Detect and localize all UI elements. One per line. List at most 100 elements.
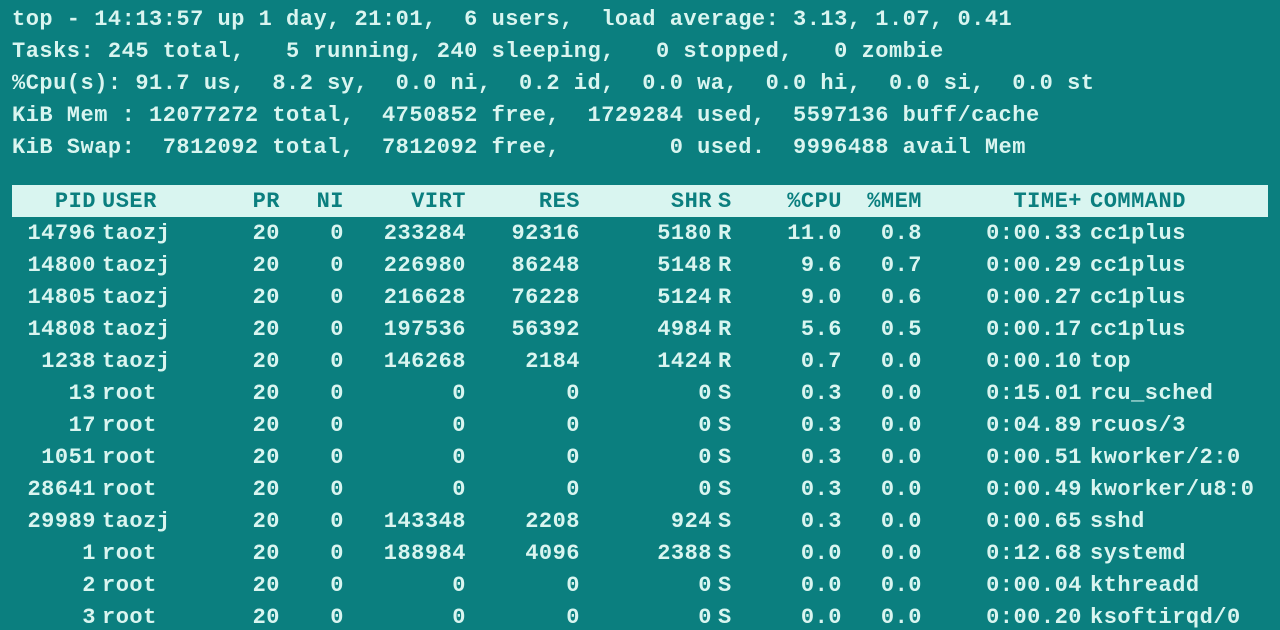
cell-ni: 0: [280, 313, 344, 345]
table-header-row[interactable]: PID USER PR NI VIRT RES SHR S %CPU %MEM …: [12, 185, 1268, 217]
cell-cmd: rcu_sched: [1082, 377, 1268, 409]
col-ni[interactable]: NI: [280, 185, 344, 217]
cell-cpu: 0.7: [752, 345, 842, 377]
table-row[interactable]: 29989taozj2001433482208924S0.30.00:00.65…: [12, 505, 1268, 537]
table-row[interactable]: 14805taozj200216628762285124R9.00.60:00.…: [12, 281, 1268, 313]
cell-mem: 0.6: [842, 281, 922, 313]
table-row[interactable]: 17root200000S0.30.00:04.89rcuos/3: [12, 409, 1268, 441]
cell-shr: 0: [580, 569, 712, 601]
cell-pr: 20: [206, 217, 280, 249]
table-row[interactable]: 2root200000S0.00.00:00.04kthreadd: [12, 569, 1268, 601]
cell-ni: 0: [280, 409, 344, 441]
cell-time: 0:00.65: [922, 505, 1082, 537]
cell-pid: 14800: [12, 249, 96, 281]
cell-s: R: [712, 249, 752, 281]
cell-ni: 0: [280, 249, 344, 281]
col-pid[interactable]: PID: [12, 185, 96, 217]
table-row[interactable]: 1051root200000S0.30.00:00.51kworker/2:0: [12, 441, 1268, 473]
terminal-screen: top - 14:13:57 up 1 day, 21:01, 6 users,…: [0, 0, 1280, 630]
cell-pr: 20: [206, 249, 280, 281]
cell-virt: 0: [344, 441, 466, 473]
cell-s: S: [712, 377, 752, 409]
col-cpu[interactable]: %CPU: [752, 185, 842, 217]
cell-shr: 0: [580, 601, 712, 630]
cell-s: S: [712, 537, 752, 569]
cell-shr: 0: [580, 473, 712, 505]
cell-virt: 233284: [344, 217, 466, 249]
table-row[interactable]: 3root200000S0.00.00:00.20ksoftirqd/0: [12, 601, 1268, 630]
cell-res: 0: [466, 601, 580, 630]
cell-cmd: top: [1082, 345, 1268, 377]
table-row[interactable]: 14796taozj200233284923165180R11.00.80:00…: [12, 217, 1268, 249]
table-row[interactable]: 13root200000S0.30.00:15.01rcu_sched: [12, 377, 1268, 409]
col-pr[interactable]: PR: [206, 185, 280, 217]
cell-pid: 28641: [12, 473, 96, 505]
cell-s: R: [712, 345, 752, 377]
cell-time: 0:00.51: [922, 441, 1082, 473]
table-row[interactable]: 14808taozj200197536563924984R5.60.50:00.…: [12, 313, 1268, 345]
cell-cmd: cc1plus: [1082, 313, 1268, 345]
cell-shr: 0: [580, 377, 712, 409]
col-s[interactable]: S: [712, 185, 752, 217]
cell-pid: 14808: [12, 313, 96, 345]
col-user[interactable]: USER: [96, 185, 206, 217]
cell-res: 0: [466, 569, 580, 601]
col-cmd[interactable]: COMMAND: [1082, 185, 1268, 217]
cell-s: S: [712, 409, 752, 441]
col-time[interactable]: TIME+: [922, 185, 1082, 217]
cell-res: 2184: [466, 345, 580, 377]
cell-ni: 0: [280, 345, 344, 377]
table-row[interactable]: 28641root200000S0.30.00:00.49kworker/u8:…: [12, 473, 1268, 505]
cell-cmd: cc1plus: [1082, 281, 1268, 313]
cell-pid: 13: [12, 377, 96, 409]
cell-shr: 1424: [580, 345, 712, 377]
cell-user: root: [96, 409, 206, 441]
cell-cmd: kworker/2:0: [1082, 441, 1268, 473]
cell-cmd: sshd: [1082, 505, 1268, 537]
cell-pid: 1238: [12, 345, 96, 377]
blank-line: [12, 163, 1268, 185]
cell-time: 0:00.10: [922, 345, 1082, 377]
cell-user: taozj: [96, 313, 206, 345]
cell-pr: 20: [206, 601, 280, 630]
cell-mem: 0.0: [842, 377, 922, 409]
table-row[interactable]: 1238taozj20014626821841424R0.70.00:00.10…: [12, 345, 1268, 377]
cell-shr: 5148: [580, 249, 712, 281]
cell-cmd: rcuos/3: [1082, 409, 1268, 441]
cell-ni: 0: [280, 377, 344, 409]
cell-mem: 0.0: [842, 473, 922, 505]
cell-cpu: 0.3: [752, 473, 842, 505]
col-virt[interactable]: VIRT: [344, 185, 466, 217]
cell-user: root: [96, 473, 206, 505]
col-res[interactable]: RES: [466, 185, 580, 217]
cell-ni: 0: [280, 537, 344, 569]
col-shr[interactable]: SHR: [580, 185, 712, 217]
cell-ni: 0: [280, 473, 344, 505]
cell-pr: 20: [206, 313, 280, 345]
cell-pr: 20: [206, 441, 280, 473]
cell-pid: 1051: [12, 441, 96, 473]
col-mem[interactable]: %MEM: [842, 185, 922, 217]
cell-res: 0: [466, 377, 580, 409]
top-summary-line3: %Cpu(s): 91.7 us, 8.2 sy, 0.0 ni, 0.2 id…: [12, 68, 1268, 100]
cell-time: 0:00.29: [922, 249, 1082, 281]
table-row[interactable]: 14800taozj200226980862485148R9.60.70:00.…: [12, 249, 1268, 281]
cell-cpu: 11.0: [752, 217, 842, 249]
cell-user: taozj: [96, 505, 206, 537]
cell-shr: 924: [580, 505, 712, 537]
table-row[interactable]: 1root20018898440962388S0.00.00:12.68syst…: [12, 537, 1268, 569]
cell-res: 4096: [466, 537, 580, 569]
cell-cmd: cc1plus: [1082, 249, 1268, 281]
cell-mem: 0.8: [842, 217, 922, 249]
cell-res: 92316: [466, 217, 580, 249]
cell-pid: 1: [12, 537, 96, 569]
cell-shr: 2388: [580, 537, 712, 569]
cell-pid: 29989: [12, 505, 96, 537]
cell-res: 86248: [466, 249, 580, 281]
cell-mem: 0.0: [842, 505, 922, 537]
cell-user: taozj: [96, 345, 206, 377]
cell-s: R: [712, 217, 752, 249]
cell-shr: 5180: [580, 217, 712, 249]
top-summary-line1: top - 14:13:57 up 1 day, 21:01, 6 users,…: [12, 4, 1268, 36]
cell-pid: 14805: [12, 281, 96, 313]
